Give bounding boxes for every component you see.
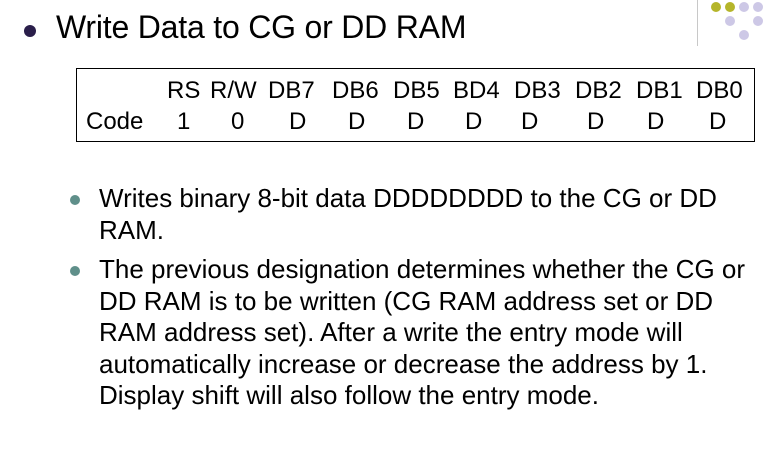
table-value-cell: D — [465, 108, 483, 135]
corner-divider — [697, 0, 698, 46]
bullet-icon — [70, 266, 80, 276]
table-value-cell: D — [521, 108, 539, 135]
table-header-cell: DB2 — [575, 77, 622, 104]
decor-dot-icon — [753, 2, 763, 12]
table-value-cell: D — [709, 108, 727, 135]
decor-dot-icon — [725, 16, 735, 26]
decor-dot-icon — [739, 2, 749, 12]
table-header-cell: DB1 — [636, 77, 683, 104]
table-header-cell: BD4 — [453, 77, 500, 104]
decor-dot-icon — [753, 16, 763, 26]
decor-dot-icon — [711, 2, 721, 12]
decor-dot-icon — [725, 2, 735, 12]
title-bullet-icon — [24, 25, 36, 37]
table-header-cell: DB6 — [332, 77, 379, 104]
corner-decoration — [697, 0, 768, 48]
decor-dot-icon — [739, 30, 749, 40]
table-value-cell: D — [407, 108, 425, 135]
bullet-text: The previous designation determines whet… — [99, 254, 746, 410]
slide-title-row: Write Data to CG or DD RAM — [24, 8, 466, 46]
table-header-cell: DB5 — [393, 77, 440, 104]
table-value-cell: D — [289, 108, 307, 135]
table-value-cell: D — [647, 108, 665, 135]
table-header-cell: RS — [167, 77, 201, 104]
table-header-cell: DB7 — [268, 77, 315, 104]
table-value-cell: 0 — [231, 108, 245, 135]
table-row-label: Code — [86, 108, 144, 135]
bullet-text: Writes binary 8-bit data DDDDDDDD to the… — [99, 183, 717, 245]
table-value-cell: 1 — [177, 108, 191, 135]
table-value-cell: D — [587, 108, 605, 135]
slide-title: Write Data to CG or DD RAM — [56, 9, 467, 45]
table-header-cell: DB3 — [514, 77, 561, 104]
instruction-code-table: RS R/W DB7 DB6 DB5 BD4 DB3 DB2 DB1 DB0 C… — [76, 68, 755, 142]
table-header-cell: DB0 — [696, 77, 743, 104]
table-header-cell: R/W — [210, 77, 257, 104]
table-value-cell: D — [348, 108, 366, 135]
bullet-icon — [70, 195, 80, 205]
